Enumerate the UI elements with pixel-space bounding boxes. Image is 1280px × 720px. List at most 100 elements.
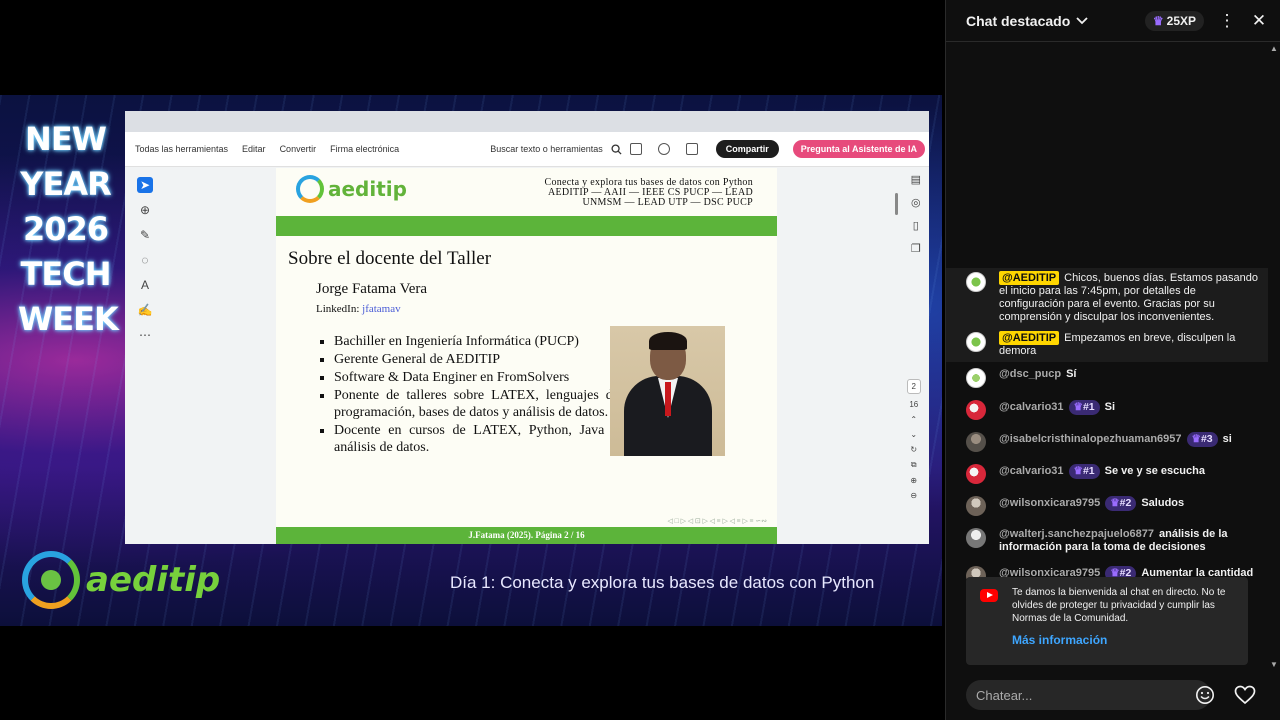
ai-icon[interactable]: ◎ [911, 196, 921, 209]
brand-name: aeditip [86, 560, 221, 600]
edit-menu[interactable]: Editar [242, 144, 266, 154]
zoom-out-icon[interactable]: ⊖ [910, 491, 917, 500]
member-badge: ♛#1 [1068, 400, 1100, 415]
chevron-down-icon [1076, 16, 1088, 24]
close-icon[interactable]: ✕ [1250, 11, 1268, 31]
scroll-up-icon[interactable]: ▲ [1270, 44, 1278, 53]
comment-panel-icon[interactable]: ▤ [911, 173, 921, 186]
youtube-icon [980, 589, 998, 602]
message-author[interactable]: @AEDITIP [999, 331, 1060, 345]
avatar[interactable] [966, 368, 986, 388]
search-icon [611, 143, 622, 155]
message-text: Saludos [1141, 497, 1185, 509]
total-pages: 16 [909, 400, 919, 409]
bio-item: Bachiller en Ingeniería Informática (PUC… [334, 333, 619, 350]
avatar[interactable] [966, 272, 986, 292]
more-info-link[interactable]: Más información [1012, 634, 1236, 647]
bookmark-icon[interactable]: ▯ [913, 219, 919, 232]
slide-title: Sobre el docente del Taller [288, 248, 492, 269]
slide-header-text: Conecta y explora tus bases de datos con… [544, 178, 753, 208]
xp-value: 25XP [1166, 13, 1196, 28]
lasso-icon[interactable]: ◌ [137, 252, 153, 268]
pages-icon[interactable]: ❐ [911, 242, 921, 255]
cursor-icon[interactable]: ➤ [137, 177, 153, 193]
chat-message: @calvario31 ♛#1 Si [946, 392, 1268, 424]
refresh-icon[interactable]: ↻ [910, 445, 917, 454]
avatar[interactable] [966, 528, 986, 548]
search-tools-label: Buscar texto o herramientas [490, 144, 603, 154]
all-tools-menu[interactable]: Todas las herramientas [135, 144, 228, 154]
page-indicator: 2 16 ⌃ ⌄ ↻ ⧉ ⊕ ⊖ [906, 379, 921, 500]
chat-message: @isabelcristhinalopezhuaman6957 ♛#3 si [946, 424, 1268, 456]
brand-logo: aeditip [22, 550, 220, 610]
page-up-icon[interactable]: ⌃ [910, 415, 917, 424]
linkedin-link[interactable]: jfatamav [362, 303, 400, 315]
zoom-in-icon[interactable]: ⊕ [910, 476, 917, 485]
xp-badge[interactable]: ♛ 25XP [1144, 10, 1204, 31]
presenter-photo [610, 326, 725, 456]
more-icon[interactable]: ⋯ [137, 327, 153, 343]
document-scrollbar[interactable] [895, 193, 898, 215]
welcome-notice: Te damos la bienvenida al chat en direct… [966, 577, 1248, 665]
avatar[interactable] [966, 496, 986, 516]
message-author[interactable]: @dsc_pucp [999, 368, 1061, 380]
message-author[interactable]: @isabelcristhinalopezhuaman6957 [999, 433, 1182, 445]
emoji-icon[interactable] [1195, 685, 1215, 705]
browser-tabstrip [125, 111, 929, 132]
print-icon[interactable] [685, 143, 698, 155]
screen-share: Todas las herramientas Editar Convertir … [125, 111, 929, 544]
linkedin-label: LinkedIn: [316, 303, 360, 315]
message-author[interactable]: @wilsonxicara9795 [999, 497, 1100, 509]
save-icon[interactable] [629, 143, 642, 155]
welcome-text: Te damos la bienvenida al chat en direct… [1012, 587, 1226, 624]
upload-cloud-icon[interactable] [657, 143, 670, 155]
message-author[interactable]: @calvario31 [999, 465, 1064, 477]
heart-icon[interactable] [1234, 685, 1256, 705]
bio-item: Software & Data Enginer en FromSolvers [334, 369, 619, 386]
live-chat-panel: Chat destacado ♛ 25XP ⋮ ✕ @AEDITIP Chicos… [945, 0, 1280, 720]
bio-list: Bachiller en Ingeniería Informática (PUC… [316, 333, 619, 457]
slide-logo-text: aeditip [328, 177, 407, 201]
chat-header: Chat destacado ♛ 25XP ⋮ ✕ [946, 0, 1280, 42]
message-author[interactable]: @walterj.sanchezpajuelo6877 [999, 528, 1154, 540]
more-options-icon[interactable]: ⋮ [1218, 11, 1236, 31]
fit-page-icon[interactable]: ⧉ [911, 460, 917, 470]
ai-assistant-button[interactable]: Pregunta al Asistente de IA [792, 140, 925, 158]
chat-mode-selector[interactable]: Chat destacado [966, 13, 1088, 29]
chat-scrollbar[interactable]: ▲ ▼ [1270, 44, 1278, 669]
chat-input[interactable] [966, 686, 1178, 704]
zoom-comment-icon[interactable]: ⊕ [137, 202, 153, 218]
sign-menu[interactable]: Firma electrónica [330, 144, 399, 154]
message-text: Se ve y se escucha [1104, 465, 1205, 477]
slide-logo: aeditip [296, 175, 407, 203]
badge-rank: #1 [1082, 465, 1095, 477]
aeditip-logo-icon [296, 175, 324, 203]
beamer-nav-icons: ◁ □ ▷ ◁ ⊡ ▷ ◁ ≡ ▷ ◁ ≡ ▷ ≡ ∽∾ [667, 517, 767, 525]
slide-footer: J.Fatama (2025). Página 2 / 16 [276, 527, 777, 544]
current-page[interactable]: 2 [906, 379, 921, 394]
stamp-icon[interactable]: ✍ [137, 302, 153, 318]
badge-rank: #3 [1200, 433, 1213, 445]
avatar[interactable] [966, 432, 986, 452]
scroll-down-icon[interactable]: ▼ [1270, 660, 1278, 669]
convert-menu[interactable]: Convertir [280, 144, 317, 154]
page-down-icon[interactable]: ⌄ [910, 430, 917, 439]
avatar[interactable] [966, 464, 986, 484]
avatar[interactable] [966, 400, 986, 420]
message-author[interactable]: @AEDITIP [999, 271, 1060, 285]
right-panel-tools: ▤ ◎ ▯ ❐ [911, 173, 921, 255]
bio-item: Ponente de talleres sobre LATEX, lenguaj… [334, 387, 619, 421]
avatar[interactable] [966, 332, 986, 352]
badge-rank: #1 [1082, 401, 1095, 413]
bio-item: Gerente General de AEDITIP [334, 351, 619, 368]
share-button[interactable]: Compartir [715, 140, 779, 158]
video-player[interactable]: NEW YEAR 2026 TECH WEEK Todas las herram… [0, 0, 945, 720]
chat-message: @walterj.sanchezpajuelo6877 análisis de l… [946, 520, 1268, 558]
stream-frame: NEW YEAR 2026 TECH WEEK Todas las herram… [0, 95, 942, 626]
text-box-icon[interactable]: A [137, 277, 153, 293]
member-badge: ♛#1 [1068, 464, 1100, 479]
pen-icon[interactable]: ✎ [137, 227, 153, 243]
search-tools[interactable]: Buscar texto o herramientas [480, 143, 622, 155]
crown-icon: ♛ [1110, 497, 1120, 509]
message-author[interactable]: @calvario31 [999, 401, 1064, 413]
